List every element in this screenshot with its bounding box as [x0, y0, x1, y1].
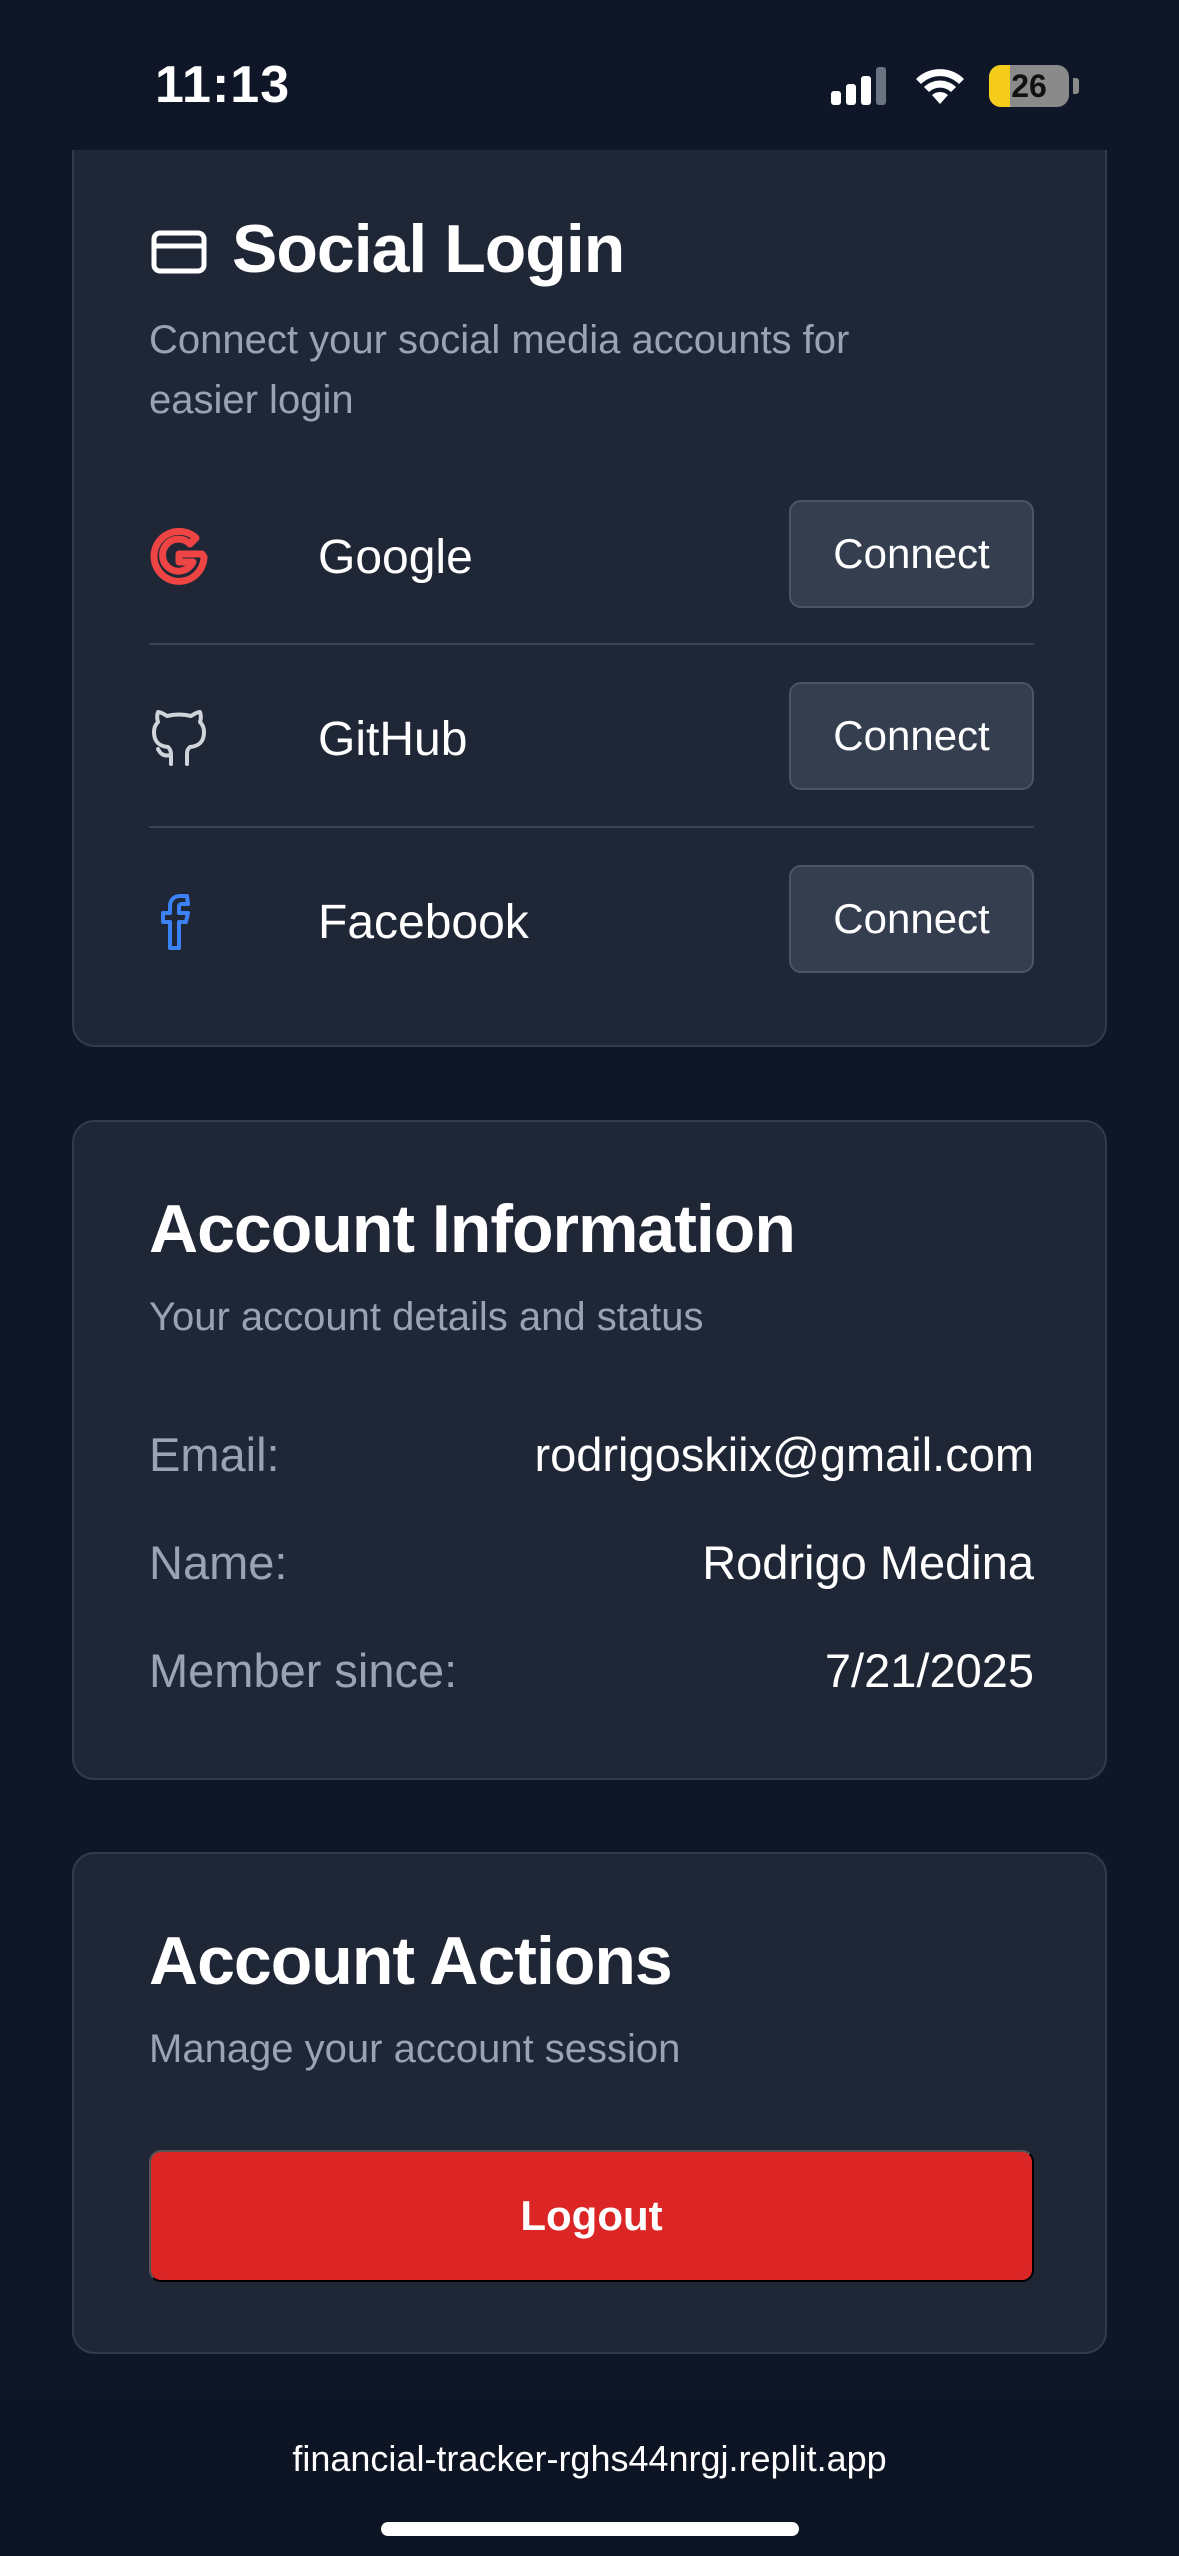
- social-login-card: Social Login Connect your social media a…: [72, 150, 1107, 1047]
- provider-label-google: Google: [318, 531, 473, 584]
- connect-github-button[interactable]: Connect: [789, 682, 1034, 790]
- browser-url-bar[interactable]: financial-tracker-rghs44nrgj.replit.app: [0, 2400, 1179, 2556]
- social-login-subtitle: Connect your social media accounts for e…: [149, 318, 850, 422]
- wifi-icon: [916, 69, 964, 104]
- divider: [149, 643, 1034, 645]
- info-row-member-since: Member since: 7/21/2025: [149, 1643, 1034, 1703]
- provider-row-github: GitHub Connect: [149, 682, 1034, 792]
- account-information-title: Account Information: [149, 1191, 796, 1267]
- email-label: Email:: [149, 1428, 280, 1481]
- settings-page: 11:13 26 Social Login Connect your socia…: [0, 0, 1179, 2556]
- home-indicator[interactable]: [381, 2522, 799, 2536]
- status-indicators: 26: [831, 62, 1079, 110]
- account-information-subtitle: Your account details and status: [149, 1295, 704, 1339]
- account-actions-card: Account Actions Manage your account sess…: [72, 1852, 1107, 2354]
- provider-label-facebook: Facebook: [318, 896, 529, 949]
- account-information-card: Account Information Your account details…: [72, 1120, 1107, 1780]
- battery-percent: 26: [1011, 67, 1047, 104]
- account-actions-title: Account Actions: [149, 1923, 673, 1999]
- social-login-title: Social Login: [232, 211, 625, 287]
- name-label: Name:: [149, 1536, 288, 1589]
- status-time: 11:13: [155, 56, 291, 114]
- credit-card-icon: [151, 230, 207, 274]
- cellular-signal-icon: [831, 67, 886, 105]
- github-icon: [152, 710, 206, 766]
- account-actions-subtitle: Manage your account session: [149, 2027, 681, 2071]
- url-text[interactable]: financial-tracker-rghs44nrgj.replit.app: [0, 2438, 1179, 2480]
- battery-indicator: 26: [989, 65, 1069, 107]
- connect-facebook-button[interactable]: Connect: [789, 865, 1034, 973]
- battery-nub: [1073, 78, 1079, 94]
- email-value: rodrigoskiix@gmail.com: [534, 1428, 1034, 1481]
- divider: [149, 826, 1034, 828]
- member-since-label: Member since:: [149, 1644, 458, 1697]
- name-value: Rodrigo Medina: [702, 1536, 1034, 1589]
- info-row-email: Email: rodrigoskiix@gmail.com: [149, 1427, 1034, 1487]
- logout-button[interactable]: Logout: [149, 2150, 1034, 2282]
- google-icon: [150, 527, 208, 585]
- provider-row-google: Google Connect: [149, 500, 1034, 610]
- connect-google-button[interactable]: Connect: [789, 500, 1034, 608]
- info-row-name: Name: Rodrigo Medina: [149, 1535, 1034, 1595]
- provider-label-github: GitHub: [318, 713, 468, 766]
- provider-row-facebook: Facebook Connect: [149, 865, 1034, 975]
- member-since-value: 7/21/2025: [824, 1644, 1034, 1697]
- facebook-icon: [161, 894, 190, 950]
